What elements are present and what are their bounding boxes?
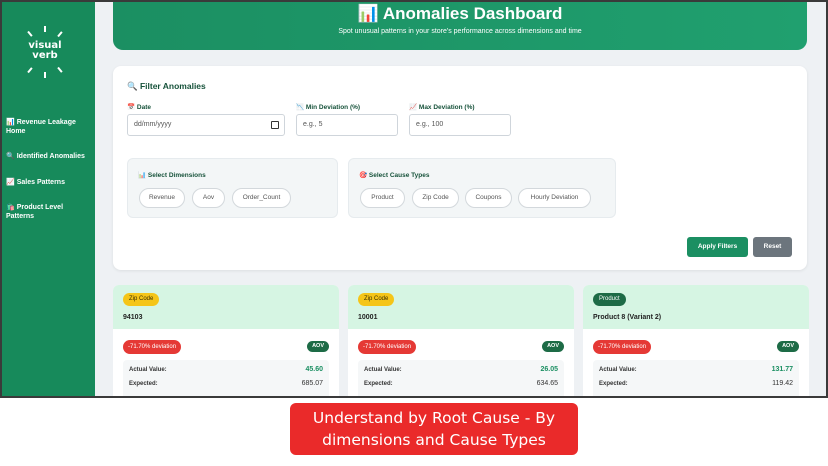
max-deviation-label: 📈 Max Deviation (%) — [409, 104, 475, 111]
magnifier-icon: 🔍 — [6, 153, 15, 160]
dimensions-panel: 📊 Select Dimensions Revenue Aov Order_Co… — [127, 158, 338, 218]
actual-value-label: Actual Value: — [599, 367, 637, 373]
chart-icon: 📊 — [357, 4, 379, 23]
sidebar: visual verb 📊 Revenue Leakage Home 🔍 Ident… — [2, 2, 95, 396]
dimensions-title: 📊 Select Dimensions — [138, 172, 206, 179]
chip-coupons[interactable]: Coupons — [465, 188, 512, 208]
sidebar-item-label: Sales Patterns — [16, 179, 65, 186]
expected-label: Expected: — [364, 381, 393, 387]
apply-filters-button[interactable]: Apply Filters — [687, 237, 748, 257]
metric-badge: AOV — [777, 341, 799, 352]
logo-text: visual verb — [28, 40, 62, 61]
values-box: Actual Value: 45.60 Expected: 685.07 — [123, 360, 329, 396]
chart-icon: 📊 — [6, 119, 15, 126]
filter-panel: 🔍 Filter Anomalies 📅 Date dd/mm/yyyy 📉 M… — [113, 66, 807, 270]
deviation-badge: -71.70% deviation — [123, 340, 182, 354]
date-label: 📅 Date — [127, 104, 151, 111]
values-box: Actual Value: 26.05 Expected: 634.65 — [358, 360, 564, 396]
cause-types-panel: 🎯 Select Cause Types Product Zip Code Co… — [348, 158, 616, 218]
sidebar-item-sales-patterns[interactable]: 📈 Sales Patterns — [6, 178, 92, 187]
deviation-badge: -71.70% deviation — [358, 340, 417, 354]
anomaly-name: 10001 — [358, 314, 378, 321]
actual-value-label: Actual Value: — [364, 367, 402, 373]
reset-button[interactable]: Reset — [753, 237, 792, 257]
page-subtitle: Spot unusual patterns in your store's pe… — [338, 28, 582, 35]
anomaly-card[interactable]: Product Product 8 (Variant 2) -71.70% de… — [583, 285, 809, 396]
expected-value: 634.65 — [536, 380, 558, 387]
values-box: Actual Value: 131.77 Expected: 119.42 — [593, 360, 799, 396]
filter-title: 🔍 Filter Anomalies — [127, 81, 206, 91]
chip-revenue[interactable]: Revenue — [139, 188, 185, 208]
anomaly-name: Product 8 (Variant 2) — [593, 314, 662, 321]
anomaly-card[interactable]: Zip Code 94103 -71.70% deviation AOV Act… — [113, 285, 339, 396]
chip-aov[interactable]: Aov — [192, 188, 225, 208]
metric-badge: AOV — [307, 341, 329, 352]
cause-type-badge: Product — [593, 293, 626, 306]
caption-banner: Understand by Root Cause - By dimensions… — [290, 403, 578, 455]
caption-line-1: Understand by Root Cause - By — [312, 409, 556, 427]
min-deviation-label: 📉 Min Deviation (%) — [296, 104, 361, 111]
calendar-icon[interactable] — [271, 121, 279, 129]
metric-badge: AOV — [542, 341, 564, 352]
chip-order-count[interactable]: Order_Count — [232, 188, 291, 208]
main-content: 📊 Anomalies Dashboard Spot unusual patte… — [95, 2, 826, 396]
app-window: visual verb 📊 Revenue Leakage Home 🔍 Ident… — [0, 0, 828, 398]
logo: visual verb — [20, 26, 70, 78]
min-deviation-input[interactable]: e.g., 5 — [296, 114, 398, 136]
expected-value: 119.42 — [772, 380, 793, 387]
shopping-bags-icon: 🛍️ — [6, 204, 15, 211]
page-title: 📊 Anomalies Dashboard — [357, 4, 563, 23]
sidebar-item-label: Identified Anomalies — [16, 153, 85, 160]
cause-type-badge: Zip Code — [123, 293, 160, 306]
sidebar-item-label: Revenue Leakage Home — [6, 119, 76, 135]
expected-value: 685.07 — [301, 380, 323, 387]
deviation-badge: -71.70% deviation — [593, 340, 652, 354]
cause-type-badge: Zip Code — [358, 293, 395, 306]
anomaly-name: 94103 — [123, 314, 143, 321]
actual-value: 26.05 — [540, 366, 558, 373]
max-deviation-input[interactable]: e.g., 100 — [409, 114, 511, 136]
chip-hourly-deviation[interactable]: Hourly Deviation — [518, 188, 591, 208]
sidebar-item-identified-anomalies[interactable]: 🔍 Identified Anomalies — [6, 152, 92, 161]
caption-line-2: dimensions and Cause Types — [322, 431, 546, 449]
date-input[interactable]: dd/mm/yyyy — [127, 114, 285, 136]
chip-zip-code[interactable]: Zip Code — [412, 188, 459, 208]
expected-label: Expected: — [129, 381, 158, 387]
expected-label: Expected: — [599, 381, 628, 387]
cause-types-title: 🎯 Select Cause Types — [359, 172, 430, 179]
actual-value-label: Actual Value: — [129, 367, 167, 373]
page-header: 📊 Anomalies Dashboard Spot unusual patte… — [113, 2, 807, 50]
actual-value: 45.60 — [305, 366, 323, 373]
anomaly-card[interactable]: Zip Code 10001 -71.70% deviation AOV Act… — [348, 285, 574, 396]
trend-icon: 📈 — [6, 179, 15, 186]
actual-value: 131.77 — [771, 366, 793, 373]
sidebar-item-revenue-leakage-home[interactable]: 📊 Revenue Leakage Home — [6, 118, 92, 136]
chip-product[interactable]: Product — [360, 188, 405, 208]
sidebar-item-product-level-patterns[interactable]: 🛍️ Product Level Patterns — [6, 203, 92, 221]
